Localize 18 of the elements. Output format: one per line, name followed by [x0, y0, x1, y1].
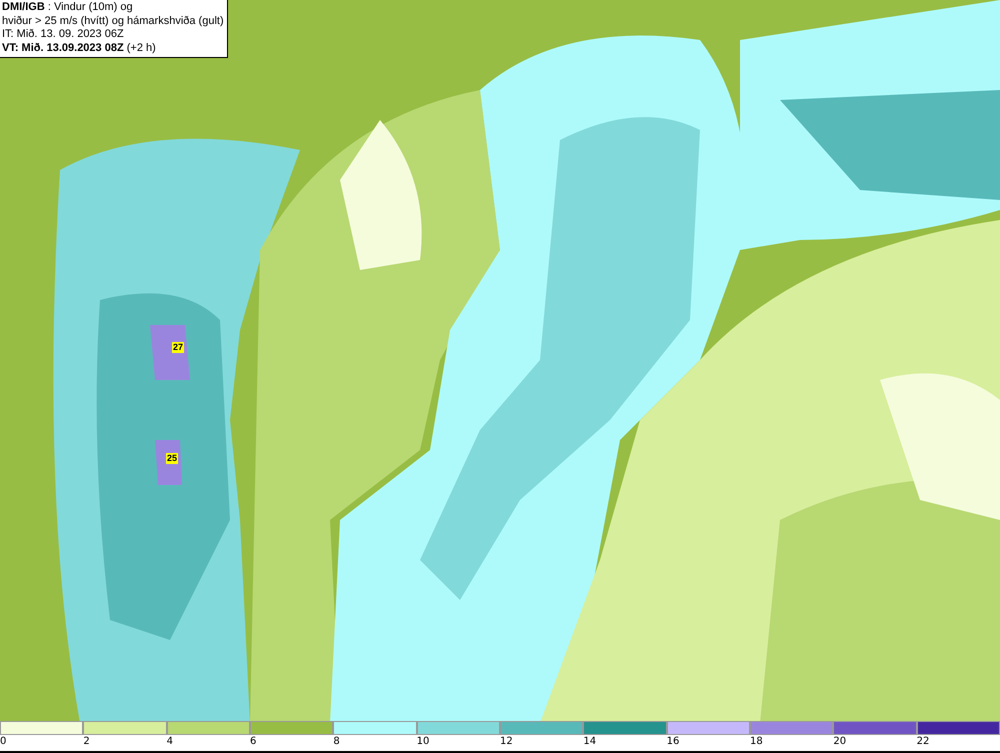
- header-line: DMI/IGB : Vindur (10m) og: [2, 1, 134, 14]
- legend-label: 10: [416, 735, 430, 750]
- header-line: hviður > 25 m/s (hvítt) og hámarkshviða (gult): [2, 14, 224, 28]
- legend-label: 6: [250, 735, 256, 750]
- gust-marker: 25: [166, 453, 178, 464]
- legend-label: 18: [750, 735, 763, 750]
- legend-label: 4: [166, 735, 174, 750]
- legend-label: 12: [500, 735, 513, 750]
- header-line: IT: Mið. 13. 09. 2023 06Z: [2, 28, 125, 42]
- legend-label: 16: [666, 735, 680, 750]
- legend-label: 20: [833, 735, 846, 750]
- legend-label: 22: [916, 735, 930, 750]
- legend-label: 14: [583, 735, 596, 750]
- gust-marker: 27: [172, 342, 184, 353]
- legend-label: 0: [0, 735, 6, 750]
- legend-label: 2: [83, 735, 90, 750]
- header-line: VT: Mið. 13.09.2023 08Z (+2 h): [2, 42, 157, 55]
- legend-label: 8: [333, 735, 340, 750]
